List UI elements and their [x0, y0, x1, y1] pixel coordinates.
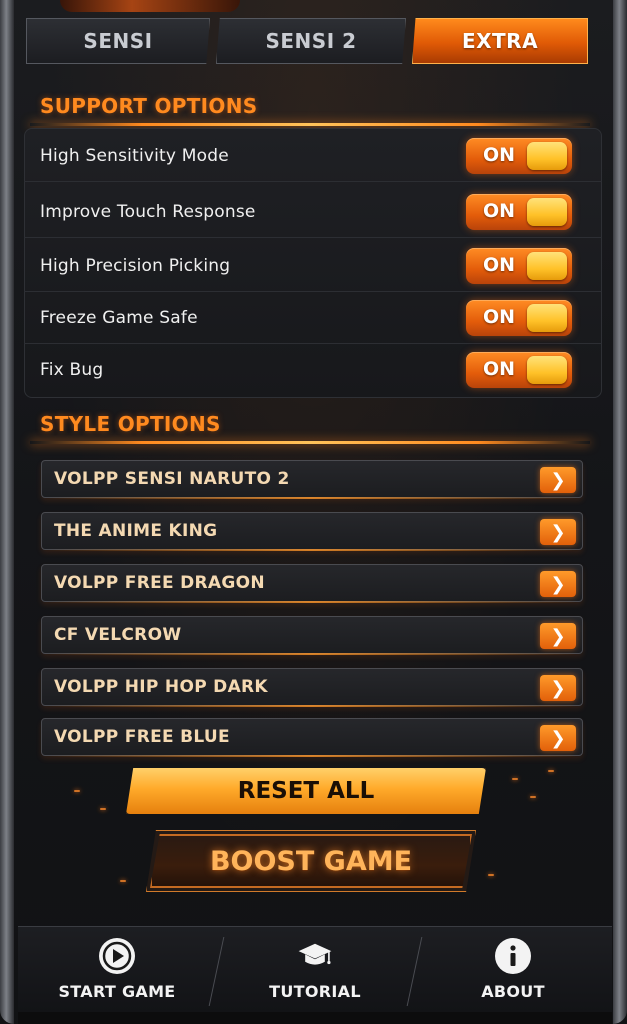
style-option-cf-velcrow[interactable]: CF VELCROW ❯ [41, 616, 583, 655]
play-icon [99, 938, 135, 974]
toggle-state: ON [482, 358, 516, 380]
device-bezel-left [0, 0, 14, 1024]
high-sensitivity-toggle[interactable]: ON [466, 137, 572, 174]
nav-label: START GAME [58, 982, 176, 1001]
device-bottom-edge [18, 1012, 612, 1024]
toggle-state: ON [482, 253, 516, 276]
toggle-knob [527, 356, 567, 384]
style-option-volpp-free-blue[interactable]: VOLPP FREE BLUE ❯ [41, 718, 583, 757]
option-label: High Precision Picking [40, 255, 231, 276]
info-icon [495, 938, 531, 974]
style-option-label: VOLPP FREE BLUE [54, 727, 230, 747]
nav-label: ABOUT [481, 982, 545, 1001]
improve-touch-toggle[interactable]: ON [466, 193, 572, 230]
option-label: High Sensitivity Mode [40, 145, 229, 166]
chevron-right-icon[interactable]: ❯ [540, 571, 576, 597]
tab-sensi[interactable]: SENSI [26, 18, 210, 64]
option-label: Freeze Game Safe [40, 307, 198, 328]
chevron-right-icon[interactable]: ❯ [540, 519, 576, 545]
chevron-right-icon[interactable]: ❯ [540, 675, 576, 701]
precision-picking-toggle[interactable]: ON [466, 247, 572, 284]
style-option-label: VOLPP SENSI NARUTO 2 [54, 469, 290, 489]
tab-sensi-2[interactable]: SENSI 2 [216, 18, 406, 64]
style-options-title: STYLE OPTIONS [40, 412, 221, 436]
toggle-knob [527, 251, 567, 280]
style-option-label: CF VELCROW [54, 625, 182, 645]
tab-bar: SENSI SENSI 2 EXTRA [26, 18, 588, 66]
style-option-label: VOLPP HIP HOP DARK [54, 677, 268, 697]
style-option-the-anime-king[interactable]: THE ANIME KING ❯ [41, 512, 583, 551]
style-option-volpp-free-dragon[interactable]: VOLPP FREE DRAGON ❯ [41, 564, 583, 603]
option-label: Improve Touch Response [40, 201, 256, 222]
option-row-fix-bug: Fix Bug ON [24, 344, 602, 396]
boost-game-button[interactable]: BOOST GAME [150, 834, 472, 888]
nav-tutorial[interactable]: TUTORIAL [216, 927, 414, 1012]
toggle-knob [527, 303, 567, 332]
option-row-improve-touch: Improve Touch Response ON [24, 186, 602, 238]
option-row-precision-picking: High Precision Picking ON [24, 240, 602, 292]
chevron-right-icon[interactable]: ❯ [540, 623, 576, 649]
chevron-right-icon[interactable]: ❯ [540, 467, 576, 493]
spark-decoration [512, 778, 518, 780]
fix-bug-toggle[interactable]: ON [466, 352, 572, 388]
spark-decoration [548, 770, 554, 772]
app-screen: SENSI SENSI 2 EXTRA SUPPORT OPTIONS High… [0, 0, 627, 1024]
device-bezel-right [613, 0, 627, 1024]
section-divider [30, 441, 590, 444]
bottom-navigation: START GAME TUTORIAL ABOUT [18, 926, 612, 1012]
support-options-title: SUPPORT OPTIONS [40, 94, 258, 118]
freeze-game-safe-toggle[interactable]: ON [466, 299, 572, 336]
spark-decoration [100, 808, 106, 810]
spark-decoration [120, 880, 126, 882]
option-row-freeze-game-safe: Freeze Game Safe ON [24, 292, 602, 344]
graduation-cap-icon [297, 938, 333, 974]
toggle-state: ON [482, 143, 516, 166]
tab-extra[interactable]: EXTRA [412, 18, 588, 64]
option-label: Fix Bug [40, 360, 104, 380]
nav-start-game[interactable]: START GAME [18, 927, 216, 1012]
style-option-label: THE ANIME KING [54, 521, 218, 541]
spark-decoration [74, 790, 80, 792]
toggle-state: ON [482, 305, 516, 328]
header-art [60, 0, 240, 12]
nav-about[interactable]: ABOUT [414, 927, 612, 1012]
nav-label: TUTORIAL [269, 982, 361, 1001]
reset-all-button[interactable]: RESET ALL [126, 768, 486, 814]
toggle-knob [527, 197, 567, 226]
chevron-right-icon[interactable]: ❯ [540, 725, 576, 751]
toggle-state: ON [482, 199, 516, 222]
spark-decoration [530, 796, 536, 798]
style-option-volpp-hip-hop-dark[interactable]: VOLPP HIP HOP DARK ❯ [41, 668, 583, 707]
spark-decoration [488, 874, 494, 876]
style-option-label: VOLPP FREE DRAGON [54, 573, 265, 593]
toggle-knob [527, 141, 567, 170]
style-option-volpp-sensi-naruto-2[interactable]: VOLPP SENSI NARUTO 2 ❯ [41, 460, 583, 499]
option-row-high-sensitivity: High Sensitivity Mode ON [24, 130, 602, 182]
section-divider [30, 123, 590, 126]
